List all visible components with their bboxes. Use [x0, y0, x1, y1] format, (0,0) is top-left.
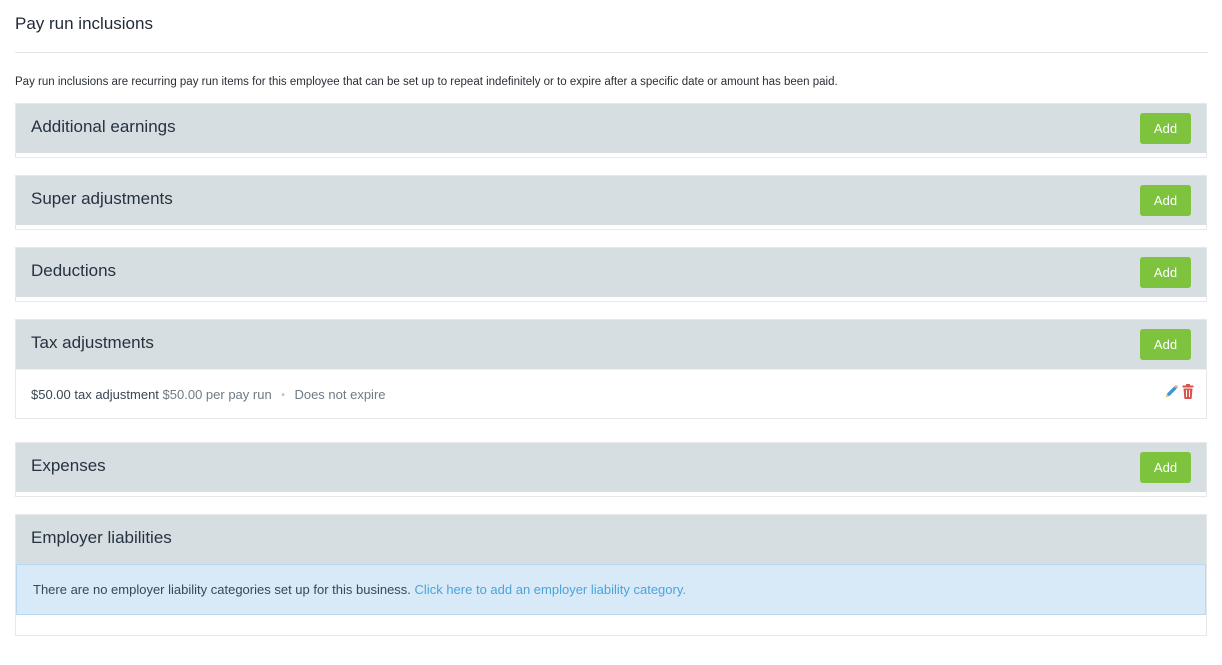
item-frequency: $50.00 per pay run — [162, 387, 272, 402]
intro-text: Pay run inclusions are recurring pay run… — [15, 76, 838, 88]
panel-header: Expenses Add — [16, 443, 1206, 492]
panel-title: Deductions — [31, 261, 117, 280]
info-notice: There are no employer liability categori… — [16, 564, 1206, 615]
panel-body — [16, 297, 1206, 301]
panel-body — [16, 225, 1206, 229]
trash-icon[interactable] — [1182, 384, 1194, 399]
panel-body — [16, 153, 1206, 157]
panel-header: Employer liabilities — [16, 515, 1206, 564]
panel-additional-earnings: Additional earnings Add — [15, 103, 1207, 158]
panel-employer-liabilities: Employer liabilities There are no employ… — [15, 514, 1207, 636]
pencil-icon[interactable] — [1164, 384, 1179, 399]
item-amount: $50.00 tax adjustment — [31, 387, 159, 402]
notice-message: There are no employer liability categori… — [33, 582, 411, 597]
row-actions — [1164, 384, 1194, 399]
panel-title: Employer liabilities — [31, 528, 172, 547]
info-notice-text: There are no employer liability categori… — [33, 582, 686, 597]
add-tax-adjustment-button[interactable]: Add — [1140, 329, 1191, 360]
add-super-adjustment-button[interactable]: Add — [1140, 185, 1191, 216]
panel-header: Additional earnings Add — [16, 104, 1206, 153]
panel-super-adjustments: Super adjustments Add — [15, 175, 1207, 230]
panel-header: Super adjustments Add — [16, 176, 1206, 225]
panel-body — [16, 492, 1206, 496]
panel-title: Additional earnings — [31, 117, 176, 136]
panel-title: Super adjustments — [31, 189, 173, 208]
panel-title: Expenses — [31, 456, 106, 475]
panel-expenses: Expenses Add — [15, 442, 1207, 497]
title-divider — [15, 52, 1208, 53]
panel-title: Tax adjustments — [31, 333, 154, 352]
panel-header: Deductions Add — [16, 248, 1206, 297]
pay-run-inclusions-page: Pay run inclusions Pay run inclusions ar… — [0, 0, 1222, 665]
page-title: Pay run inclusions — [15, 14, 153, 33]
add-additional-earning-button[interactable]: Add — [1140, 113, 1191, 144]
item-expiry: Does not expire — [294, 387, 386, 402]
list-item: $50.00 tax adjustment $50.00 per pay run… — [16, 369, 1206, 418]
add-employer-liability-link[interactable]: Click here to add an employer liability … — [415, 582, 686, 597]
add-expense-button[interactable]: Add — [1140, 452, 1191, 483]
panel-header: Tax adjustments Add — [16, 320, 1206, 369]
panel-tax-adjustments: Tax adjustments Add $50.00 tax adjustmen… — [15, 319, 1207, 419]
add-deduction-button[interactable]: Add — [1140, 257, 1191, 288]
panel-body — [16, 615, 1206, 635]
panel-deductions: Deductions Add — [15, 247, 1207, 302]
tax-adjustment-summary: $50.00 tax adjustment $50.00 per pay run… — [31, 387, 386, 402]
separator-dot: • — [281, 390, 285, 401]
